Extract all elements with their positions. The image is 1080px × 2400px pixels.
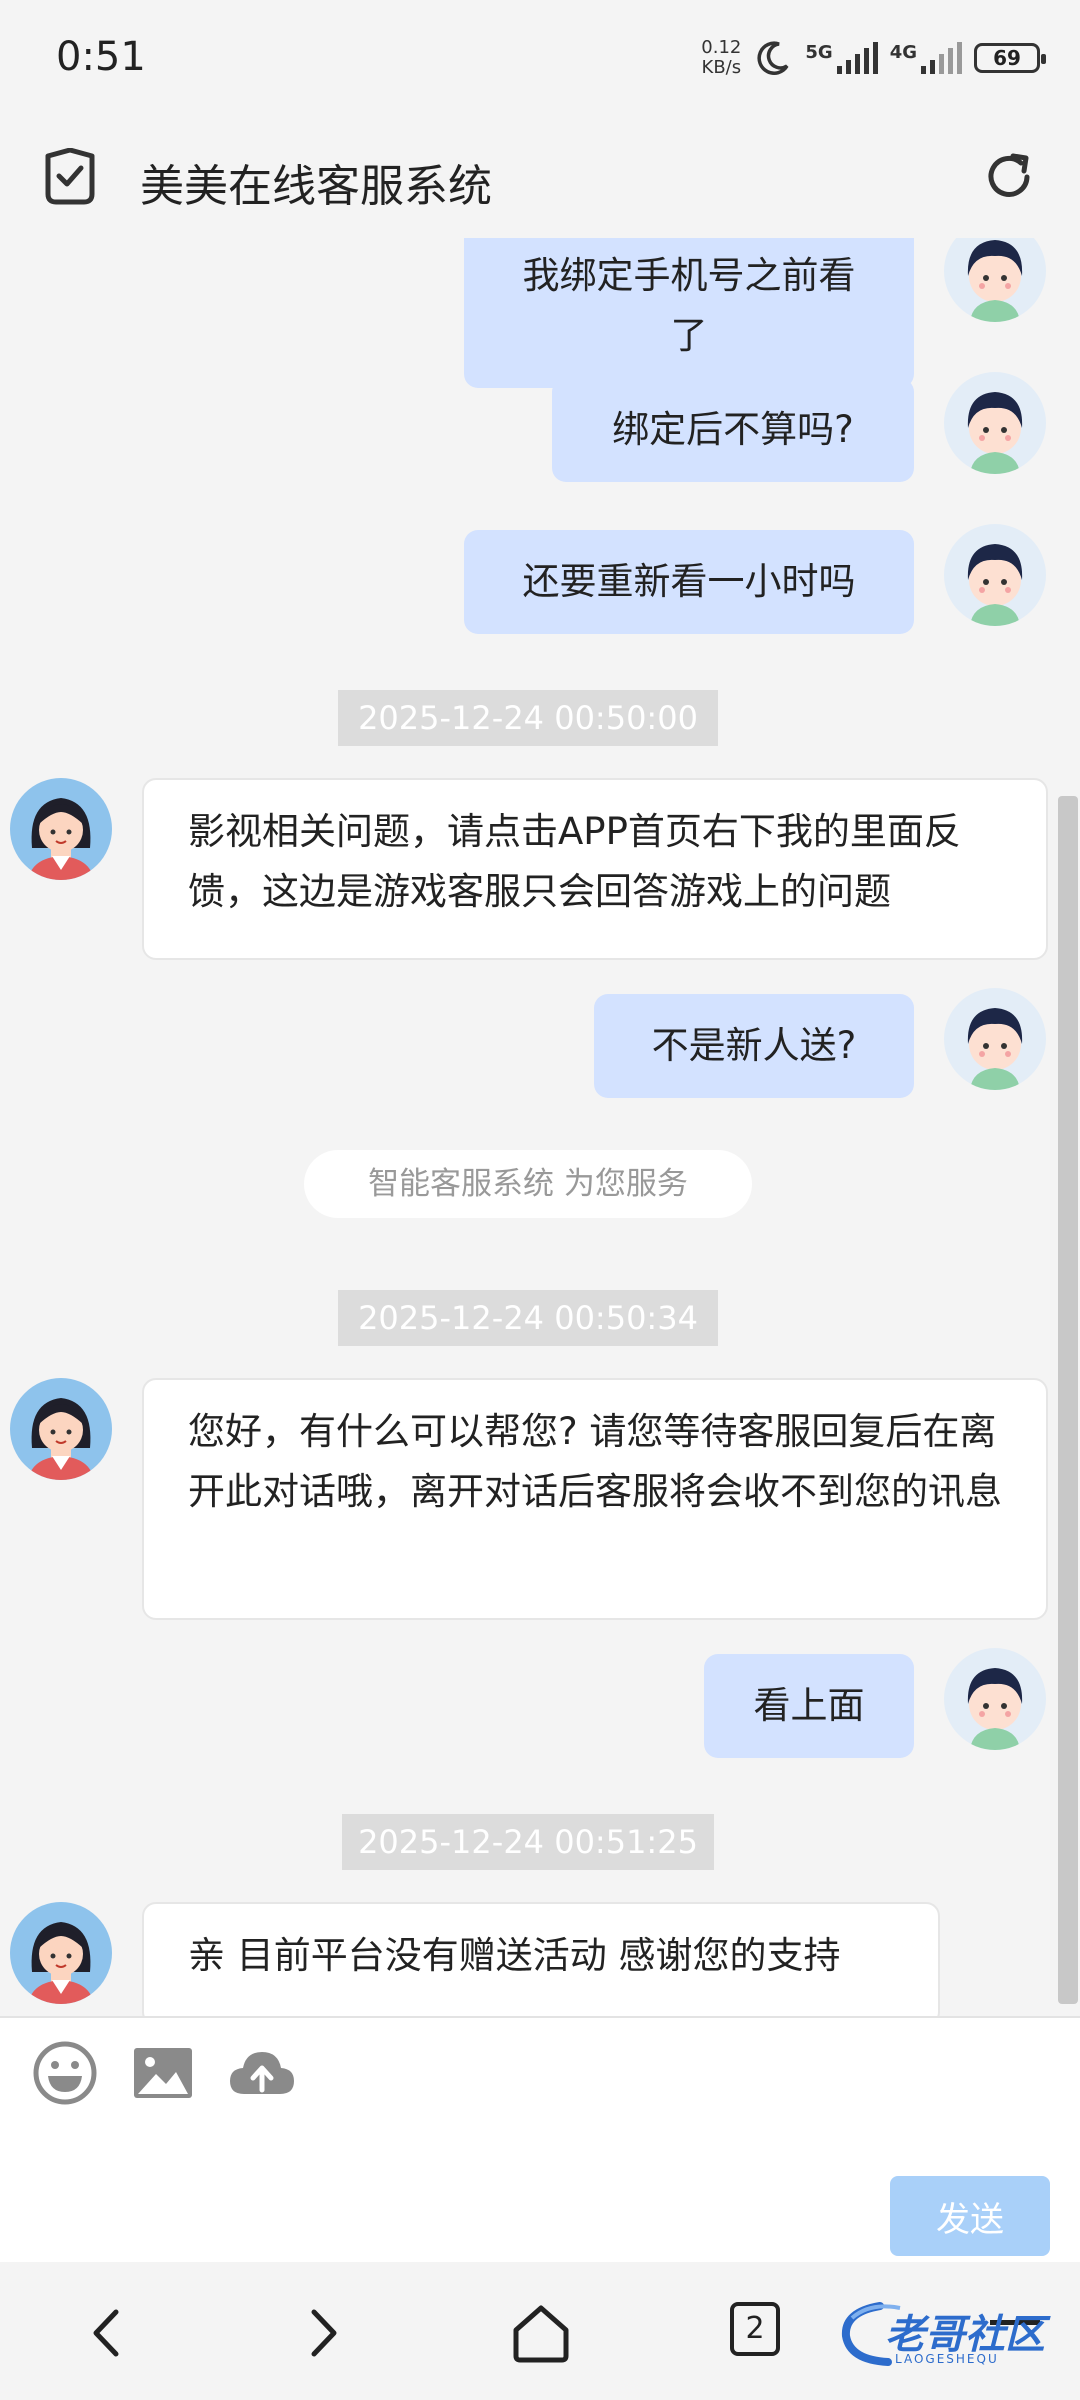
- chat-message-user: 看上面: [0, 1648, 1080, 1778]
- signal-5g-icon: 5G: [805, 42, 878, 74]
- status-bar: 0:51 0.12 KB/s 5G 4G 69: [0, 0, 1080, 118]
- refresh-icon[interactable]: [980, 148, 1038, 206]
- app-header: 美美在线客服系统: [0, 118, 1080, 238]
- chat-message-user: 我绑定手机号之前看了: [0, 238, 1080, 388]
- status-time: 0:51: [56, 34, 146, 80]
- system-notice: 智能客服系统 为您服务: [304, 1150, 752, 1218]
- moon-icon: [757, 41, 789, 75]
- agent-avatar: [10, 778, 112, 880]
- bottom-navbar: 2 老哥社区 LAOGESHEQU: [0, 2262, 1080, 2400]
- message-bubble: 影视相关问题，请点击APP首页右下我的里面反馈，这边是游戏客服只会回答游戏上的问…: [142, 778, 1048, 960]
- chat-message-user: 绑定后不算吗?: [0, 372, 1080, 502]
- user-avatar: [944, 524, 1046, 626]
- battery-icon: 69: [974, 43, 1046, 73]
- user-avatar: [944, 238, 1046, 322]
- back-icon[interactable]: [74, 2300, 140, 2366]
- tabs-button[interactable]: 2: [730, 2302, 780, 2356]
- message-bubble: 我绑定手机号之前看了: [464, 238, 914, 388]
- chat-message-agent: 您好，有什么可以帮您? 请您等待客服回复后在离开此对话哦，离开对话后客服将会收不…: [0, 1378, 1080, 1622]
- user-avatar: [944, 1648, 1046, 1750]
- forward-icon[interactable]: [290, 2300, 356, 2366]
- message-input-area[interactable]: 发送: [0, 2016, 1080, 2262]
- message-timestamp: 2025-12-24 00:51:25: [342, 1814, 714, 1870]
- message-bubble: 您好，有什么可以帮您? 请您等待客服回复后在离开此对话哦，离开对话后客服将会收不…: [142, 1378, 1048, 1620]
- upload-icon[interactable]: [226, 2038, 298, 2108]
- page-title: 美美在线客服系统: [140, 161, 492, 212]
- chat-message-user: 还要重新看一小时吗: [0, 524, 1080, 654]
- watermark-subtext: LAOGESHEQU: [895, 2352, 999, 2366]
- chat-list[interactable]: 我绑定手机号之前看了 绑定后不算吗? 还要重新看一小时吗 2025-12-24 …: [0, 238, 1080, 2016]
- agent-avatar: [10, 1902, 112, 2004]
- agent-avatar: [10, 1378, 112, 1480]
- message-timestamp: 2025-12-24 00:50:34: [338, 1290, 718, 1346]
- network-speed: 0.12 KB/s: [701, 37, 742, 78]
- signal-4g-icon: 4G: [890, 42, 962, 74]
- chat-message-agent: 影视相关问题，请点击APP首页右下我的里面反馈，这边是游戏客服只会回答游戏上的问…: [0, 778, 1080, 962]
- emoji-icon[interactable]: [30, 2038, 100, 2108]
- image-icon[interactable]: [128, 2038, 198, 2108]
- message-bubble: 绑定后不算吗?: [552, 378, 914, 482]
- chat-message-agent: 亲 目前平台没有赠送活动 感谢您的支持: [0, 1902, 1080, 2016]
- user-avatar: [944, 988, 1046, 1090]
- message-bubble: 亲 目前平台没有赠送活动 感谢您的支持: [142, 1902, 940, 2016]
- message-bubble: 不是新人送?: [594, 994, 914, 1098]
- user-avatar: [944, 372, 1046, 474]
- chat-message-user: 不是新人送?: [0, 988, 1080, 1118]
- home-icon[interactable]: [508, 2300, 574, 2366]
- message-bubble: 还要重新看一小时吗: [464, 530, 914, 634]
- shield-check-icon: [45, 148, 95, 205]
- message-bubble: 看上面: [704, 1654, 914, 1758]
- message-timestamp: 2025-12-24 00:50:00: [338, 690, 718, 746]
- chat-scrollbar[interactable]: [1058, 796, 1078, 2004]
- send-button[interactable]: 发送: [890, 2176, 1050, 2256]
- status-icons: 0.12 KB/s 5G 4G 69: [701, 34, 1046, 82]
